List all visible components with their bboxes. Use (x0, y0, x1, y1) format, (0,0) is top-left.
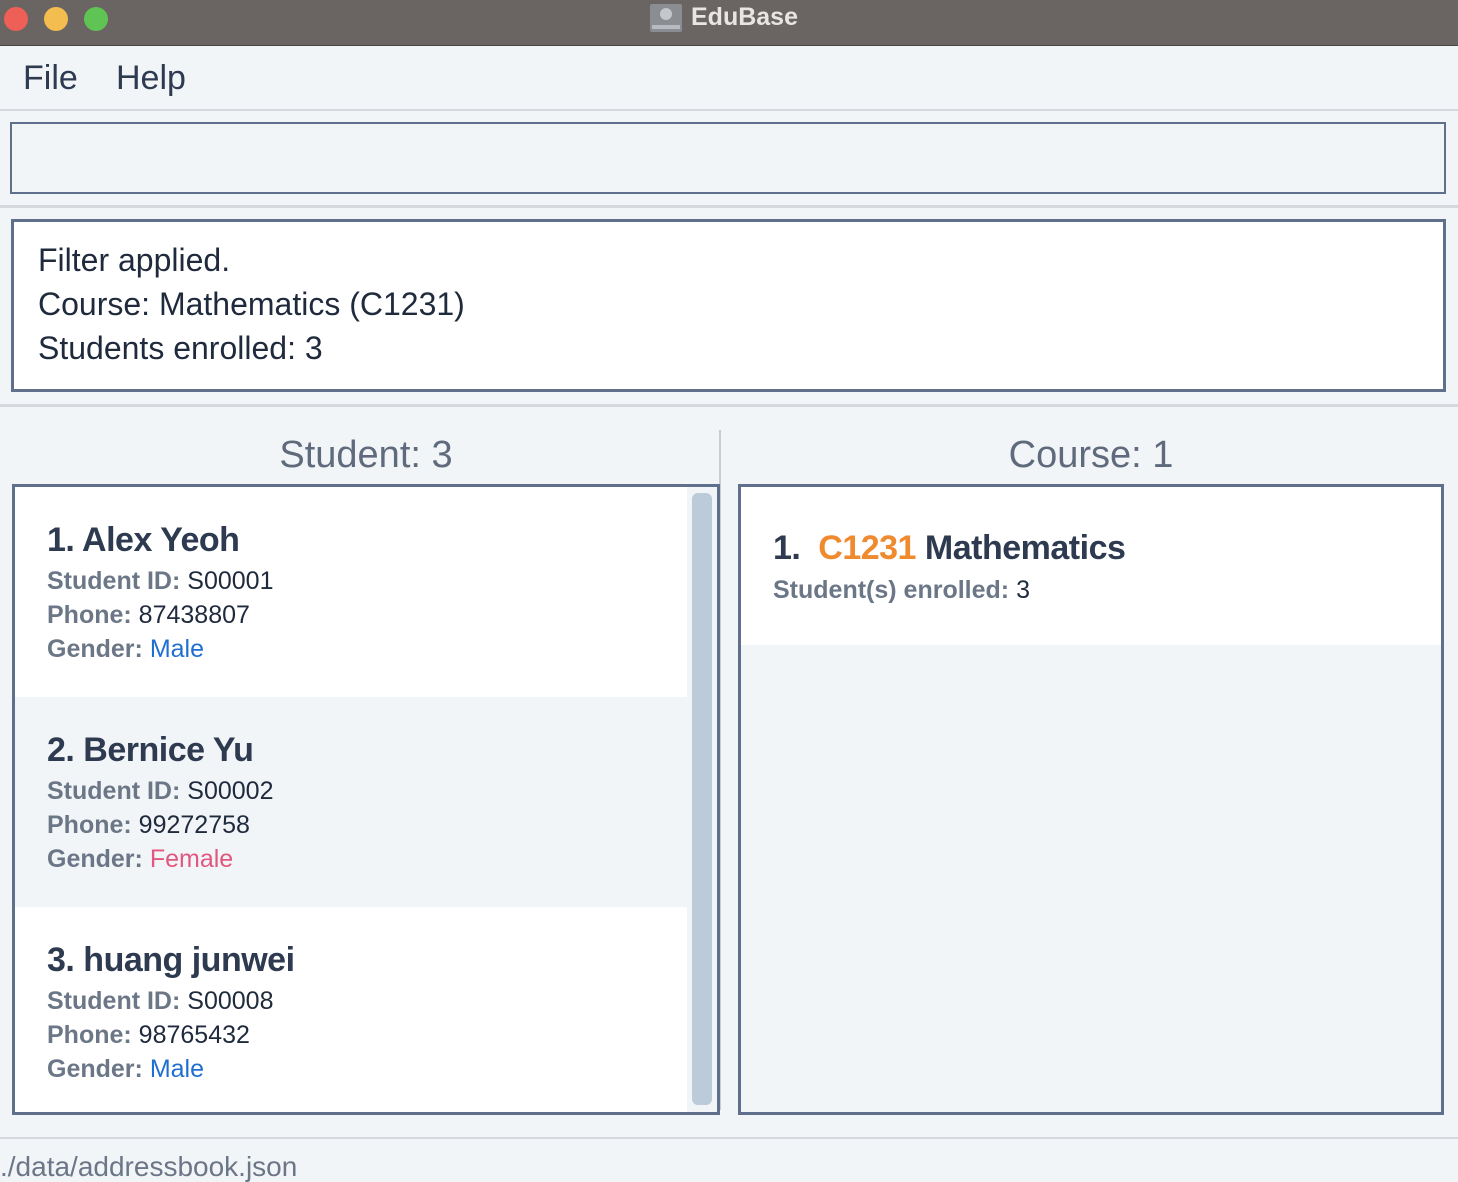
student-list-title: Student: 3 (279, 434, 453, 476)
phone-value: 99272758 (138, 811, 250, 839)
gender-value: Female (149, 845, 234, 873)
student-id-value: S00002 (187, 777, 274, 805)
zoom-window-button[interactable] (84, 7, 108, 31)
phone-row: Phone: 99272758 (47, 811, 250, 840)
student-card[interactable]: 2. Bernice Yu Student ID: S00002 Phone: … (15, 697, 687, 907)
student-name: 3. huang junwei (47, 941, 295, 979)
phone-label: Phone: (47, 1021, 132, 1049)
enrolled-row: Student(s) enrolled: 3 (773, 576, 1030, 605)
student-id-value: S00001 (187, 567, 274, 595)
minimize-window-button[interactable] (44, 7, 68, 31)
gender-row: Gender: Male (47, 1055, 204, 1084)
data-file-path: ./data/addressbook.json (0, 1151, 298, 1182)
gender-value: Male (149, 1055, 204, 1083)
student-id-row: Student ID: S00002 (47, 777, 273, 806)
enrolled-label: Student(s) enrolled: (773, 576, 1010, 604)
phone-row: Phone: 87438807 (47, 601, 250, 630)
student-id-label: Student ID: (47, 567, 181, 595)
phone-label: Phone: (47, 601, 132, 629)
result-line: Filter applied. (38, 242, 231, 278)
result-display: Filter applied. Course: Mathematics (C12… (11, 219, 1446, 392)
student-name: 1. Alex Yeoh (47, 521, 240, 559)
gender-value: Male (149, 635, 204, 663)
student-list-scrollbar[interactable] (692, 493, 712, 1105)
result-line: Students enrolled: 3 (38, 330, 323, 366)
gender-label: Gender: (47, 845, 143, 873)
course-list[interactable]: 1. C1231 Mathematics Student(s) enrolled… (738, 484, 1444, 1115)
window-title: EduBase (691, 3, 798, 31)
course-heading: 1. C1231 Mathematics (773, 529, 1126, 568)
student-id-label: Student ID: (47, 987, 181, 1015)
divider (0, 205, 1458, 208)
phone-row: Phone: 98765432 (47, 1021, 250, 1050)
student-card[interactable]: 3. huang junwei Student ID: S00008 Phone… (15, 907, 687, 1112)
course-card[interactable]: 1. C1231 Mathematics Student(s) enrolled… (741, 487, 1441, 645)
gender-label: Gender: (47, 635, 143, 663)
close-window-button[interactable] (4, 7, 28, 31)
gender-row: Gender: Male (47, 635, 204, 664)
menu-help[interactable]: Help (116, 59, 186, 98)
course-code: C1231 (818, 529, 916, 567)
course-name: Mathematics (924, 529, 1126, 567)
student-id-value: S00008 (187, 987, 274, 1015)
student-id-row: Student ID: S00001 (47, 567, 273, 596)
student-card[interactable]: 1. Alex Yeoh Student ID: S00001 Phone: 8… (15, 487, 687, 697)
phone-label: Phone: (47, 811, 132, 839)
enrolled-value: 3 (1016, 576, 1030, 604)
student-id-label: Student ID: (47, 777, 181, 805)
gender-label: Gender: (47, 1055, 143, 1083)
status-bar: ./data/addressbook.json (0, 1137, 1458, 1182)
result-line: Course: Mathematics (C1231) (38, 286, 465, 322)
phone-value: 87438807 (138, 601, 250, 629)
menu-bar: File Help (0, 47, 1458, 111)
app-icon (650, 4, 682, 32)
menu-file[interactable]: File (23, 59, 78, 98)
student-list[interactable]: 1. Alex Yeoh Student ID: S00001 Phone: 8… (12, 484, 720, 1115)
student-id-row: Student ID: S00008 (47, 987, 273, 1016)
phone-value: 98765432 (138, 1021, 250, 1049)
course-index: 1. (773, 529, 801, 567)
gender-row: Gender: Female (47, 845, 233, 874)
command-input[interactable] (10, 122, 1446, 194)
course-list-title: Course: 1 (1008, 434, 1174, 476)
divider (0, 404, 1458, 407)
title-bar: EduBase (0, 0, 1458, 46)
student-name: 2. Bernice Yu (47, 731, 254, 769)
